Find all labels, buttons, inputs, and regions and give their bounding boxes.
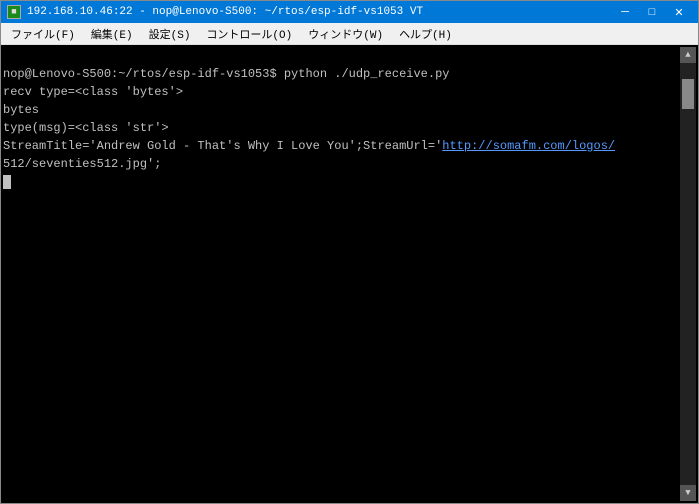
menu-window[interactable]: ウィンドウ(W)	[300, 23, 391, 44]
menu-help[interactable]: ヘルプ(H)	[391, 23, 460, 44]
menu-settings[interactable]: 設定(S)	[141, 23, 199, 44]
scrollbar-thumb[interactable]	[682, 79, 694, 109]
scrollbar-up-arrow[interactable]: ▲	[680, 47, 696, 63]
cursor	[3, 175, 11, 189]
title-bar: ■ 192.168.10.46:22 - nop@Lenovo-S500: ~/…	[1, 1, 698, 23]
menu-file[interactable]: ファイル(F)	[3, 23, 83, 44]
close-button[interactable]: ✕	[666, 4, 692, 20]
scrollbar[interactable]: ▲ ▼	[680, 47, 696, 501]
terminal-line-6: 512/seventies512.jpg';	[3, 157, 161, 171]
window-icon: ■	[7, 5, 21, 19]
scrollbar-track[interactable]	[680, 63, 696, 485]
terminal-content: nop@Lenovo-S500:~/rtos/esp-idf-vs1053$ p…	[3, 47, 680, 501]
maximize-button[interactable]: □	[639, 4, 665, 20]
terminal-line-5: StreamTitle='Andrew Gold - That's Why I …	[3, 139, 615, 153]
title-bar-left: ■ 192.168.10.46:22 - nop@Lenovo-S500: ~/…	[7, 5, 423, 19]
minimize-button[interactable]: ─	[612, 4, 638, 20]
menu-control[interactable]: コントロール(O)	[198, 23, 300, 44]
terminal-area[interactable]: nop@Lenovo-S500:~/rtos/esp-idf-vs1053$ p…	[1, 45, 698, 503]
url-link[interactable]: http://somafm.com/logos/	[442, 139, 615, 153]
main-window: ■ 192.168.10.46:22 - nop@Lenovo-S500: ~/…	[0, 0, 699, 504]
terminal-line-2: recv type=<class 'bytes'>	[3, 85, 183, 99]
terminal-cursor-line	[3, 175, 11, 189]
menu-bar: ファイル(F) 編集(E) 設定(S) コントロール(O) ウィンドウ(W) ヘ…	[1, 23, 698, 45]
terminal-line-3: bytes	[3, 103, 39, 117]
terminal-line-4: type(msg)=<class 'str'>	[3, 121, 169, 135]
title-bar-controls: ─ □ ✕	[612, 4, 692, 20]
window-icon-symbol: ■	[11, 7, 16, 17]
window-title: 192.168.10.46:22 - nop@Lenovo-S500: ~/rt…	[27, 6, 423, 18]
scrollbar-down-arrow[interactable]: ▼	[680, 485, 696, 501]
menu-edit[interactable]: 編集(E)	[83, 23, 141, 44]
terminal-line-1: nop@Lenovo-S500:~/rtos/esp-idf-vs1053$ p…	[3, 67, 449, 81]
